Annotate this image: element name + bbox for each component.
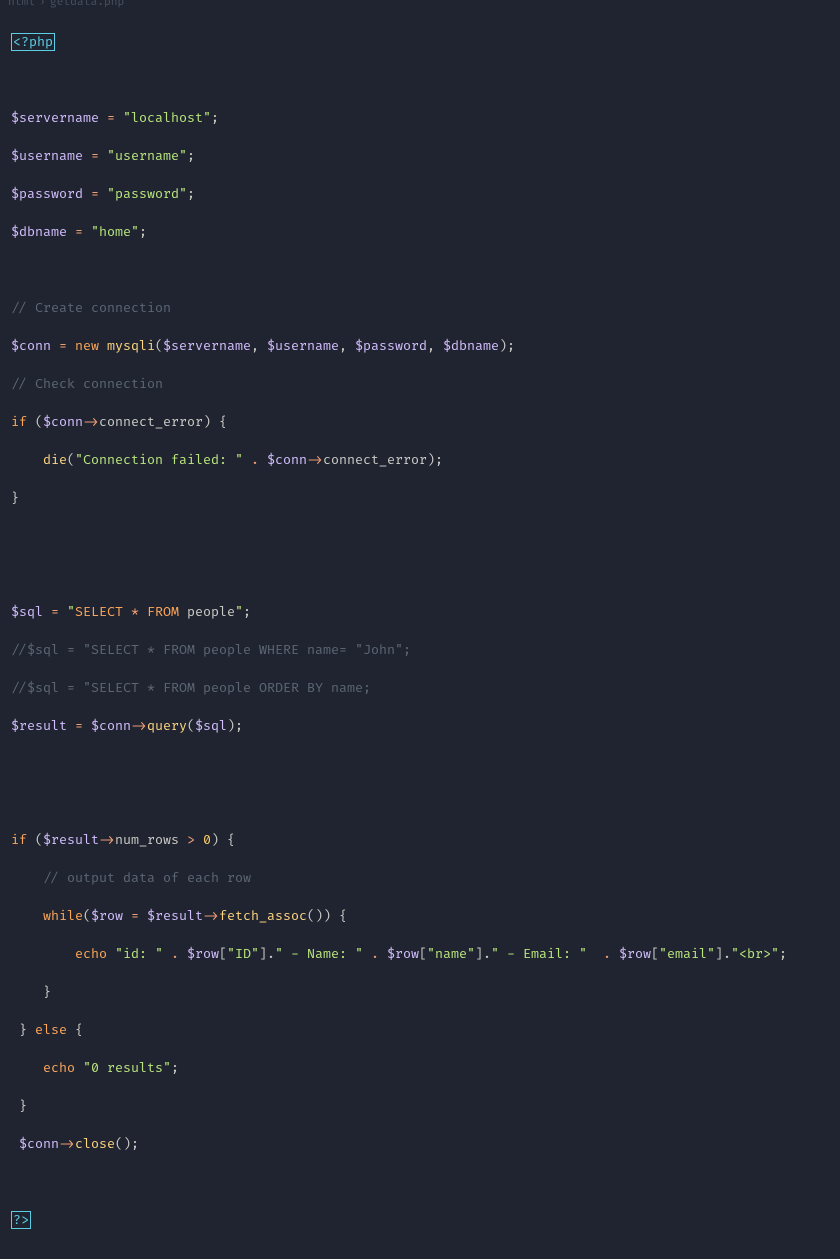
code-line: $servername = "localhost";: [11, 109, 829, 128]
code-line: //$sql = "SELECT * FROM people WHERE nam…: [11, 641, 829, 660]
code-line: if ($result->num_rows > 0) {: [11, 831, 829, 850]
code-line: $password = "password";: [11, 185, 829, 204]
code-line: } else {: [11, 1021, 829, 1040]
breadcrumb-seg: html: [8, 0, 35, 12]
code-line: $sql = "SELECT * FROM people";: [11, 603, 829, 622]
code-line: }: [11, 983, 829, 1002]
code-line: echo "id: " . $row["ID"]." - Name: " . $…: [11, 945, 829, 964]
code-line: $conn = new mysqli($servername, $usernam…: [11, 337, 829, 356]
code-line: $dbname = "home";: [11, 223, 829, 242]
code-line: $conn->close();: [11, 1135, 829, 1154]
code-line: $result = $conn->query($sql);: [11, 717, 829, 736]
code-line: // Check connection: [11, 375, 829, 394]
php-close-tag: ?>: [11, 1211, 31, 1229]
breadcrumb-seg: getdata.php: [50, 0, 124, 12]
chevron-right-icon: ›: [39, 0, 46, 12]
breadcrumb: html › getdata.php: [0, 0, 840, 4]
code-line: die("Connection failed: " . $conn->conne…: [11, 451, 829, 470]
code-line: $username = "username";: [11, 147, 829, 166]
code-line: <?php: [11, 33, 829, 52]
code-line: }: [11, 1097, 829, 1116]
code-line: // output data of each row: [11, 869, 829, 888]
code-editor[interactable]: <?php $servername = "localhost"; $userna…: [0, 4, 840, 1259]
code-line: // Create connection: [11, 299, 829, 318]
code-line: echo "0 results";: [11, 1059, 829, 1078]
code-line: while($row = $result->fetch_assoc()) {: [11, 907, 829, 926]
code-line: //$sql = "SELECT * FROM people ORDER BY …: [11, 679, 829, 698]
code-line: ?>: [11, 1211, 829, 1230]
code-line: if ($conn->connect_error) {: [11, 413, 829, 432]
php-open-tag: <?php: [11, 33, 55, 51]
code-line: }: [11, 489, 829, 508]
